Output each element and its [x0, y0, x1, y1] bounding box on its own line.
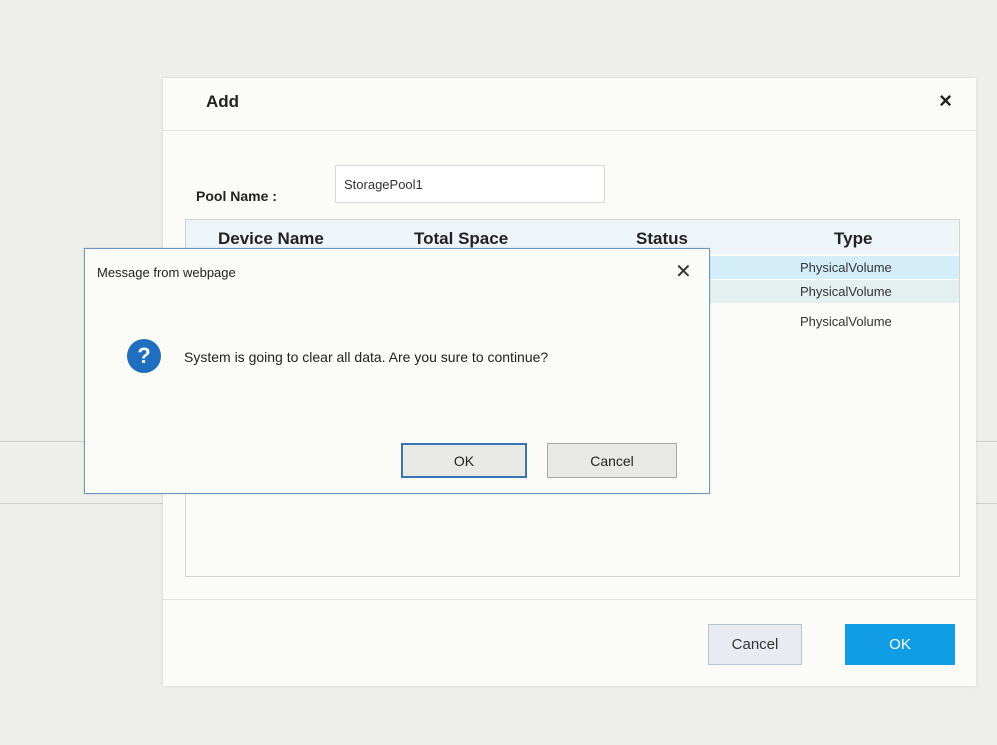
column-header-total-space: Total Space [414, 229, 509, 248]
pool-name-input[interactable] [335, 165, 605, 203]
type-cell: PhysicalVolume [800, 260, 892, 275]
message-box-title: Message from webpage [97, 265, 236, 280]
cancel-button[interactable]: Cancel [708, 624, 802, 665]
ok-button[interactable]: OK [845, 624, 955, 665]
message-ok-button[interactable]: OK [401, 443, 527, 478]
add-dialog-title: Add [206, 92, 240, 111]
close-icon[interactable]: × [939, 88, 952, 114]
type-cell: PhysicalVolume [800, 284, 892, 299]
pool-name-label: Pool Name : [196, 188, 277, 204]
add-dialog-header: Add × [163, 78, 976, 131]
close-icon[interactable]: ✕ [675, 259, 692, 284]
column-header-device-name: Device Name [218, 229, 324, 248]
confirm-message-box: Message from webpage ✕ ? System is going… [84, 248, 710, 494]
column-header-status: Status [636, 229, 688, 248]
footer-divider [163, 599, 976, 600]
confirm-message-text: System is going to clear all data. Are y… [184, 349, 549, 365]
type-cell: PhysicalVolume [800, 314, 892, 329]
message-cancel-button[interactable]: Cancel [547, 443, 677, 478]
question-icon: ? [127, 339, 161, 373]
column-header-type: Type [834, 229, 873, 248]
